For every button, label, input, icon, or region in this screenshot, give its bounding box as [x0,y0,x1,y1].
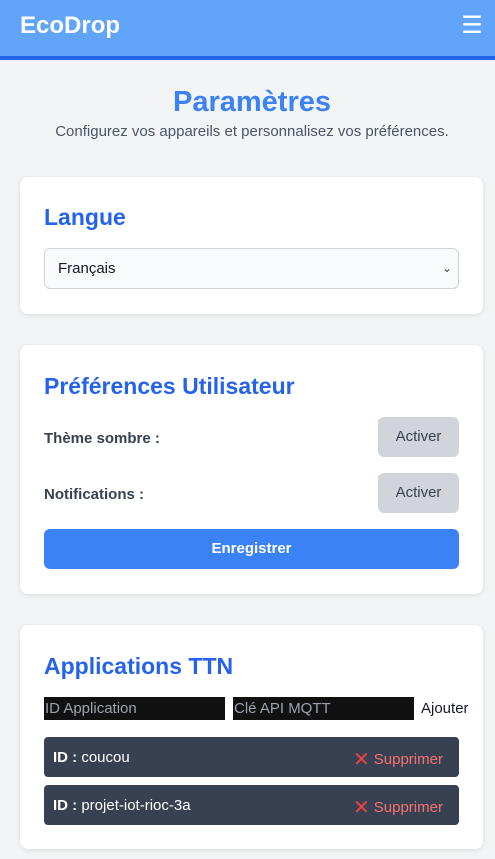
app-id-value: projet-iot-rioc-3a [81,797,191,814]
app-id-prefix: ID : [53,749,78,766]
close-x-icon: ✕ [353,749,370,771]
page-subtitle: Configurez vos appareils et personnalise… [55,123,449,140]
delete-label: Supprimer [373,799,443,816]
language-card: Langue Français ⌄ [20,177,483,314]
delete-app-button[interactable]: ✕ Supprimer [353,795,443,820]
ttn-card-title: Applications TTN [44,653,234,679]
brand-logo[interactable]: EcoDrop [20,12,120,40]
top-navbar: EcoDrop ☰ [0,0,495,60]
language-card-title: Langue [44,204,126,230]
app-id-text: ID : coucou [53,749,130,766]
delete-app-button[interactable]: ✕ Supprimer [353,747,443,772]
ttn-applications-card: Applications TTN ID Application Clé API … [20,625,483,849]
app-id-input[interactable]: ID Application [44,697,225,720]
close-x-icon: ✕ [353,797,370,819]
notifications-toggle-button[interactable]: Activer [378,473,459,513]
app-id-prefix: ID : [53,797,78,814]
hamburger-menu-icon[interactable]: ☰ [458,10,486,42]
delete-label: Supprimer [373,751,443,768]
language-select-value: Français [58,260,116,277]
save-button[interactable]: Enregistrer [44,529,459,569]
dark-theme-label: Thème sombre : [44,430,160,447]
dark-theme-toggle-button[interactable]: Activer [378,417,459,457]
page-title: Paramètres [173,86,331,118]
mqtt-key-input[interactable]: Clé API MQTT [233,697,414,720]
app-id-value: coucou [81,749,130,766]
app-list-item: ID : coucou ✕ Supprimer [44,737,459,777]
app-list-item: ID : projet-iot-rioc-3a ✕ Supprimer [44,785,459,825]
add-app-button[interactable]: Ajouter [421,700,469,717]
preferences-card: Préférences Utilisateur Thème sombre : A… [20,345,483,594]
language-select[interactable]: Français ⌄ [44,248,459,289]
chevron-down-icon: ⌄ [441,261,452,275]
app-id-text: ID : projet-iot-rioc-3a [53,797,191,814]
notifications-label: Notifications : [44,486,144,503]
preferences-card-title: Préférences Utilisateur [44,373,295,399]
